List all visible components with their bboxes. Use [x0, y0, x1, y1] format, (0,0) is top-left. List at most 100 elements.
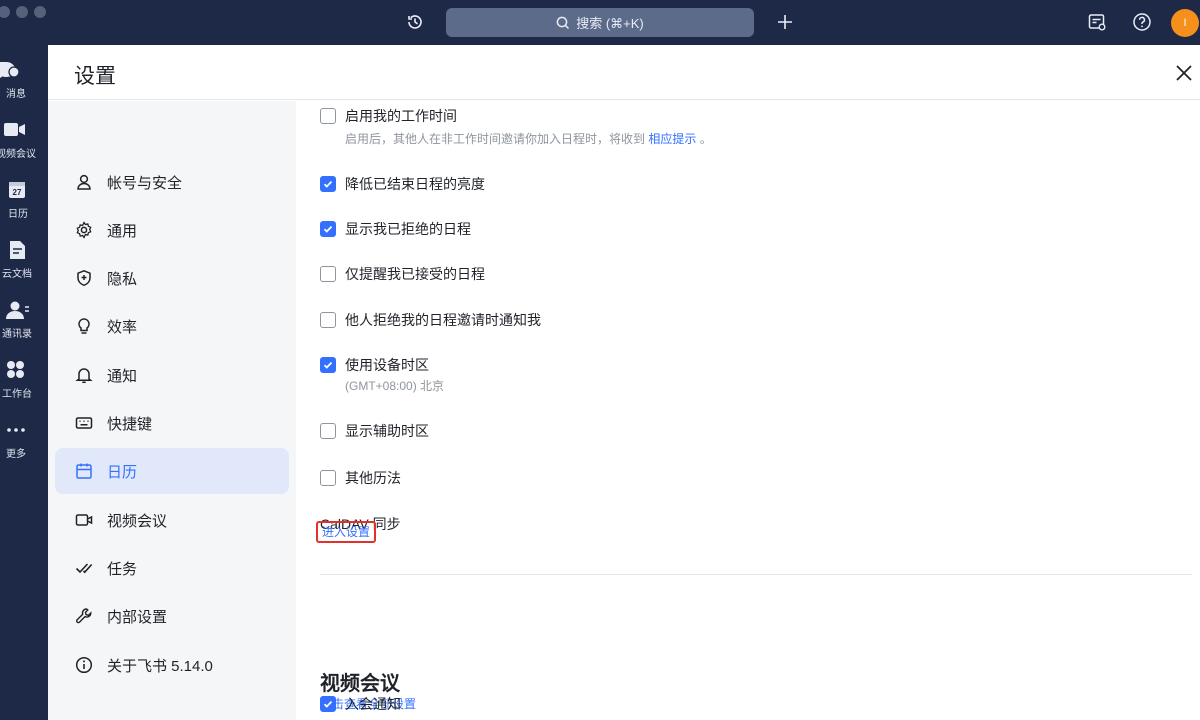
checkbox-other-calendars[interactable] [320, 470, 336, 486]
lightbulb-icon [75, 317, 93, 335]
calendar-settings-content: 启用我的工作时间 启用后，其他人在非工作时间邀请你加入日程时，将收到 相应提示 … [296, 101, 1200, 720]
avatar[interactable]: I [1171, 9, 1199, 37]
timezone-value: (GMT+08:00) 北京 [345, 379, 445, 393]
option-label: 显示我已拒绝的日程 [345, 221, 471, 237]
top-bar: 搜索 (⌘+K) I [0, 0, 1200, 45]
avatar-initial: I [1183, 17, 1187, 29]
user-icon [75, 173, 93, 191]
option-working-hours: 启用我的工作时间 启用后，其他人在非工作时间邀请你加入日程时，将收到 相应提示 … [320, 107, 712, 147]
window-minimize-button[interactable] [16, 6, 28, 18]
option-other-calendars: 其他历法 [320, 469, 401, 487]
checkbox-dim-past-events[interactable] [320, 176, 336, 192]
nav-item-efficiency[interactable]: 效率 [55, 303, 289, 349]
search-label: 搜索 (⌘+K) [576, 16, 644, 31]
option-label: 启用我的工作时间 [345, 108, 457, 124]
nav-label: 通知 [107, 367, 138, 385]
checkbox-remind-accepted-only[interactable] [320, 266, 336, 282]
rail-label: 消息 [6, 89, 26, 100]
rail-item-messages[interactable]: 消息 [0, 57, 48, 109]
checkbox-join-notification[interactable] [320, 696, 336, 712]
option-join-notification: 入会通知 [320, 695, 401, 713]
info-icon [75, 656, 93, 674]
rail-item-video-meeting[interactable]: 视频会议 [0, 117, 48, 169]
nav-label: 隐私 [107, 270, 138, 288]
check-icon [323, 361, 333, 369]
svg-text:27: 27 [13, 188, 22, 197]
shield-icon [75, 269, 93, 287]
bell-icon [75, 366, 93, 384]
window-zoom-button[interactable] [34, 6, 46, 18]
option-label: 降低已结束日程的亮度 [345, 176, 485, 192]
nav-label: 日历 [107, 463, 138, 481]
option-label: 其他历法 [345, 470, 401, 486]
nav-label: 通用 [107, 222, 138, 240]
nav-item-account-security[interactable]: 帐号与安全 [55, 159, 289, 205]
nav-label: 任务 [107, 560, 138, 578]
nav-item-calendar[interactable]: 日历 [55, 448, 289, 494]
settings-nav: 帐号与安全 通用 隐私 效率 通知 快捷键 日历 视频会议 任务 内部设置 关于… [48, 101, 296, 720]
nav-item-notifications[interactable]: 通知 [55, 352, 289, 398]
rail-label: 工作台 [2, 389, 32, 400]
nav-item-general[interactable]: 通用 [55, 207, 289, 253]
nav-label: 关于飞书 5.14.0 [107, 657, 213, 675]
checkbox-notify-declined[interactable] [320, 312, 336, 328]
option-show-declined: 显示我已拒绝的日程 [320, 220, 471, 238]
rail-item-workplace[interactable]: 工作台 [0, 357, 48, 409]
settings-header: 设置 [48, 45, 1200, 100]
caldav-enter-settings-button[interactable]: 进入设置 [316, 521, 377, 543]
option-remind-accepted-only: 仅提醒我已接受的日程 [320, 265, 485, 283]
option-label: 入会通知 [345, 696, 401, 712]
option-secondary-timezone: 显示辅助时区 [320, 422, 429, 440]
nav-label: 效率 [107, 318, 138, 336]
rail-label: 云文档 [2, 269, 32, 280]
check-icon [323, 180, 333, 188]
search-bar[interactable]: 搜索 (⌘+K) [446, 8, 754, 37]
wrench-icon [75, 607, 93, 625]
rail-label: 通讯录 [2, 329, 32, 340]
video-section-title: 视频会议 [320, 673, 400, 695]
workplace-icon [0, 357, 48, 383]
nav-item-shortcuts[interactable]: 快捷键 [55, 400, 289, 446]
checkbox-device-timezone[interactable] [320, 357, 336, 373]
gear-icon [75, 221, 93, 239]
checkbox-working-hours[interactable] [320, 108, 336, 124]
nav-item-tasks[interactable]: 任务 [55, 545, 289, 591]
nav-label: 帐号与安全 [107, 174, 183, 192]
checkbox-show-declined[interactable] [320, 221, 336, 237]
rail-item-contacts[interactable]: 通讯录 [0, 297, 48, 349]
check-icon [323, 700, 333, 708]
help-icon[interactable] [1131, 11, 1153, 33]
history-icon[interactable] [404, 11, 426, 33]
rail-label: 更多 [6, 449, 26, 460]
task-reminder-icon[interactable] [1086, 11, 1108, 33]
video-camera-icon [0, 117, 48, 143]
option-description: 启用后，其他人在非工作时间邀请你加入日程时，将收到 相应提示 。 [345, 130, 712, 147]
rail-item-calendar[interactable]: 27 日历 [0, 177, 48, 229]
nav-item-video-meeting[interactable]: 视频会议 [55, 497, 289, 543]
app-rail: 消息 视频会议 27 日历 云文档 通讯录 工作台 更多 [0, 45, 48, 720]
plus-icon[interactable] [774, 11, 796, 33]
related-tip-link[interactable]: 相应提示 [648, 132, 696, 146]
rail-item-more[interactable]: 更多 [0, 417, 48, 469]
calendar-icon [75, 462, 93, 480]
chat-bubble-icon [0, 57, 48, 83]
nav-label: 快捷键 [107, 415, 153, 433]
checkbox-secondary-timezone[interactable] [320, 423, 336, 439]
task-check-icon [75, 559, 93, 577]
close-icon [1176, 65, 1192, 81]
nav-item-internal-settings[interactable]: 内部设置 [55, 593, 289, 639]
window-close-button[interactable] [0, 6, 10, 18]
rail-item-cloud-docs[interactable]: 云文档 [0, 237, 48, 289]
nav-item-privacy[interactable]: 隐私 [55, 255, 289, 301]
desc-suffix: 。 [699, 132, 712, 146]
cloud-doc-icon [0, 237, 48, 263]
check-icon [323, 225, 333, 233]
nav-label: 视频会议 [107, 512, 168, 530]
contacts-icon [0, 297, 48, 323]
option-dim-past-events: 降低已结束日程的亮度 [320, 175, 485, 193]
nav-item-about[interactable]: 关于飞书 5.14.0 [55, 642, 289, 688]
close-button[interactable] [1172, 61, 1196, 85]
settings-panel: 设置 帐号与安全 通用 隐私 效率 通知 快捷键 日历 视频会议 任务 内部设置… [48, 45, 1200, 720]
desc-text: 启用后，其他人在非工作时间邀请你加入日程时，将收到 [345, 132, 646, 146]
option-device-timezone: 使用设备时区 (GMT+08:00) 北京 [320, 356, 444, 394]
